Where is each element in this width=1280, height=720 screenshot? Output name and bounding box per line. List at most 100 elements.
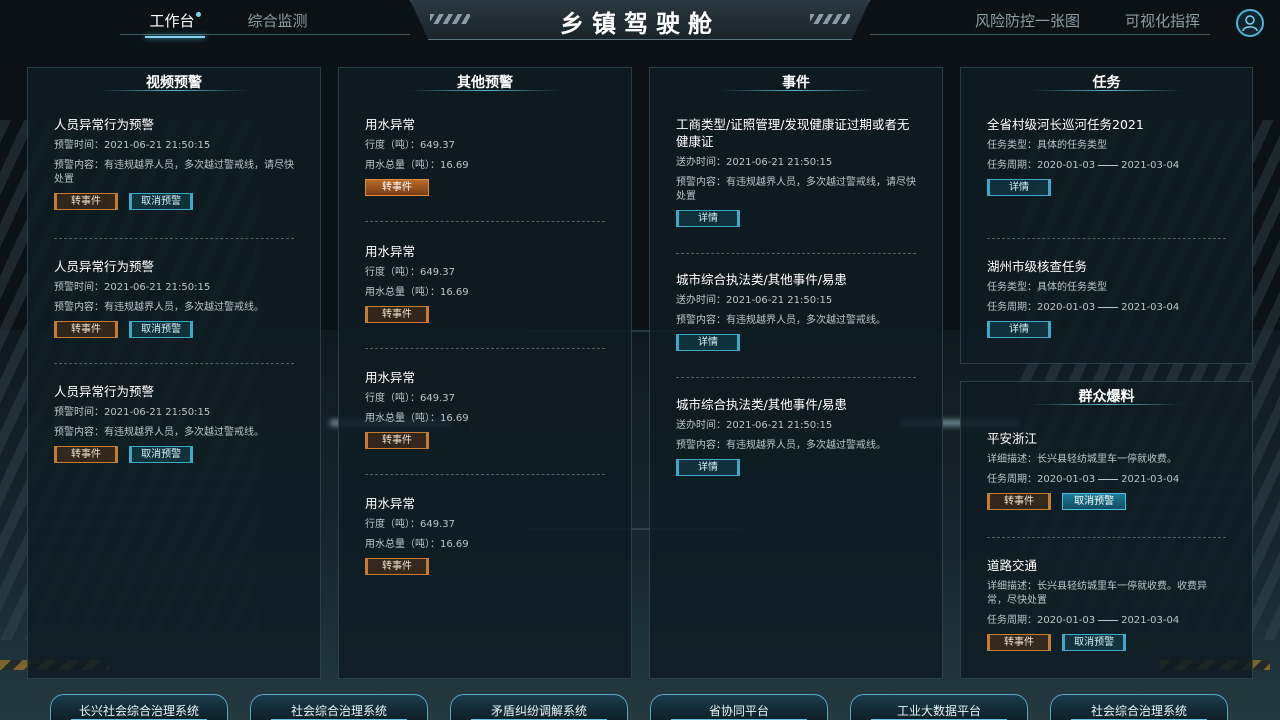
details-button[interactable]: 详情	[676, 334, 740, 351]
item-total: 用水总量（吨）：16.69	[365, 413, 469, 424]
item-content: 预警内容：有违规越界人员，多次越过警戒线。	[54, 427, 264, 438]
convert-event-button[interactable]: 转事件	[987, 634, 1051, 651]
nav-tab-workbench[interactable]: 工作台	[135, 10, 215, 38]
item-time: 预警时间：2021-06-21 21:50:15	[54, 282, 211, 293]
item-total: 用水总量（吨）：16.69	[365, 287, 469, 298]
list-item: 平安浙江 详细描述：长兴县轻纺城里车一停就收费。 任务周期：2020-01-03…	[987, 430, 1226, 511]
panel-title-underline	[1031, 404, 1182, 405]
button-row: 详情	[676, 334, 916, 352]
item-content: 预警内容：有违规越界人员，多次越过警戒线。	[676, 440, 886, 451]
panel-title: 事件	[782, 75, 810, 91]
period-end: 2021-03-04	[1121, 302, 1180, 313]
details-button[interactable]: 详情	[987, 179, 1051, 196]
item-description: 详细描述：长兴县轻纺城里车一停就收费。	[987, 454, 1177, 465]
period-start: 2020-01-03	[1037, 615, 1096, 626]
convert-event-button[interactable]: 转事件	[365, 432, 429, 449]
nav-tab-risk-map[interactable]: 风险防控一张图	[960, 10, 1095, 36]
period-start: 2020-01-03	[1037, 474, 1096, 485]
cancel-warning-button[interactable]: 取消预警	[129, 446, 194, 463]
convert-event-button[interactable]: 转事件	[54, 446, 118, 463]
cancel-warning-button[interactable]: 取消预警	[1062, 493, 1127, 510]
button-row: 转事件 取消预警	[54, 193, 294, 211]
item-type: 任务类型：具体的任务类型	[987, 282, 1107, 293]
convert-event-button[interactable]: 转事件	[54, 193, 118, 210]
nav-tab-visual-command[interactable]: 可视化指挥	[1110, 10, 1215, 36]
range-separator	[1098, 478, 1119, 480]
item-period: 任务周期：2020-01-03 2021-03-04	[987, 159, 1226, 173]
convert-event-button[interactable]: 转事件	[365, 179, 429, 196]
button-row: 转事件	[365, 306, 605, 324]
cancel-warning-button[interactable]: 取消预警	[129, 193, 194, 210]
list-item: 湖州市级核查任务 任务类型：具体的任务类型 任务周期：2020-01-03 202…	[987, 258, 1226, 339]
button-row: 详情	[676, 210, 916, 228]
nav-tab-label: 综合监测	[247, 12, 308, 30]
list-item: 人员异常行为预警 预警时间：2021-06-21 21:50:15 预警内容：有…	[54, 258, 294, 339]
item-title: 全省村级河长巡河任务2021	[987, 117, 1144, 132]
item-time: 预警时间：2021-06-21 21:50:15	[54, 140, 211, 151]
user-avatar-button[interactable]	[1236, 9, 1264, 37]
range-separator	[1098, 164, 1119, 166]
item-title: 城市综合执法类/其他事件/易患	[676, 272, 847, 287]
button-row: 详情	[676, 459, 916, 477]
item-time: 送办时间：2021-06-21 21:50:15	[676, 295, 833, 306]
list-item: 用水异常 行度（吨）：649.37 用水总量（吨）：16.69 转事件	[365, 369, 605, 450]
details-button[interactable]: 详情	[676, 459, 740, 476]
item-divider	[987, 537, 1226, 538]
panel-title-underline	[99, 90, 249, 91]
period-start: 2020-01-03	[1037, 160, 1096, 171]
period-label: 任务周期：	[987, 615, 1037, 626]
nav-tab-label: 工作台	[149, 12, 195, 30]
details-button[interactable]: 详情	[987, 321, 1051, 338]
range-separator	[1098, 619, 1119, 621]
item-type: 任务类型：具体的任务类型	[987, 140, 1107, 151]
item-divider	[365, 474, 605, 475]
button-row: 转事件 取消预警	[54, 446, 294, 464]
button-row: 转事件	[365, 179, 605, 197]
bottom-nav-changxing-governance[interactable]: 长兴社会综合治理系统	[50, 694, 228, 720]
item-divider	[54, 238, 294, 239]
bottom-nav-social-governance[interactable]: 社会综合治理系统	[250, 694, 428, 720]
panel-title: 任务	[1092, 75, 1121, 91]
list-item: 全省村级河长巡河任务2021 任务类型：具体的任务类型 任务周期：2020-01…	[987, 116, 1226, 197]
item-divider	[54, 363, 294, 364]
panel-title-underline	[721, 90, 871, 91]
button-row: 详情	[987, 321, 1226, 339]
bottom-nav-dispute-mediation[interactable]: 矛盾纠纷调解系统	[450, 694, 628, 720]
list-item: 用水异常 行度（吨）：649.37 用水总量（吨）：16.69 转事件	[365, 116, 605, 197]
list-item: 人员异常行为预警 预警时间：2021-06-21 21:50:15 预警内容：有…	[54, 116, 294, 211]
item-divider	[987, 238, 1226, 239]
list-item: 城市综合执法类/其他事件/易患 送办时间：2021-06-21 21:50:15…	[676, 271, 916, 352]
item-divider	[676, 377, 916, 378]
bottom-nav-social-governance-2[interactable]: 社会综合治理系统	[1050, 694, 1228, 720]
item-reading: 行度（吨）：649.37	[365, 267, 455, 278]
item-reading: 行度（吨）：649.37	[365, 519, 455, 530]
item-title: 人员异常行为预警	[54, 259, 155, 274]
details-button[interactable]: 详情	[676, 210, 740, 227]
panel-other-warning: 其他预警 用水异常 行度（吨）：649.37 用水总量（吨）：16.69 转事件…	[338, 67, 632, 679]
item-description: 详细描述：长兴县轻纺城里车一停就收费。收费异常，尽快处置	[987, 581, 1207, 606]
period-end: 2021-03-04	[1121, 474, 1180, 485]
period-end: 2021-03-04	[1121, 615, 1180, 626]
period-label: 任务周期：	[987, 160, 1037, 171]
cancel-warning-button[interactable]: 取消预警	[129, 321, 194, 338]
item-content: 预警内容：有违规越界人员，多次越过警戒线，请尽快处置	[676, 177, 916, 202]
nav-tab-monitoring[interactable]: 综合监测	[230, 10, 325, 36]
item-divider	[365, 348, 605, 349]
convert-event-button[interactable]: 转事件	[365, 306, 429, 323]
page-title: 乡镇驾驶舱	[560, 9, 720, 38]
bottom-nav-provincial-collaboration[interactable]: 省协同平台	[650, 694, 828, 720]
range-separator	[1098, 306, 1119, 308]
panel-title: 其他预警	[457, 75, 513, 91]
panel-title: 视频预警	[146, 75, 202, 91]
item-title: 用水异常	[365, 244, 416, 259]
item-period: 任务周期：2020-01-03 2021-03-04	[987, 614, 1226, 628]
convert-event-button[interactable]: 转事件	[987, 493, 1051, 510]
item-period: 任务周期：2020-01-03 2021-03-04	[987, 473, 1226, 487]
button-row: 转事件 取消预警	[987, 634, 1226, 652]
bottom-nav-industrial-big-data[interactable]: 工业大数据平台	[850, 694, 1028, 720]
cancel-warning-button[interactable]: 取消预警	[1062, 634, 1127, 651]
convert-event-button[interactable]: 转事件	[365, 558, 429, 575]
button-row: 转事件 取消预警	[54, 321, 294, 339]
item-title: 用水异常	[365, 370, 416, 385]
convert-event-button[interactable]: 转事件	[54, 321, 118, 338]
